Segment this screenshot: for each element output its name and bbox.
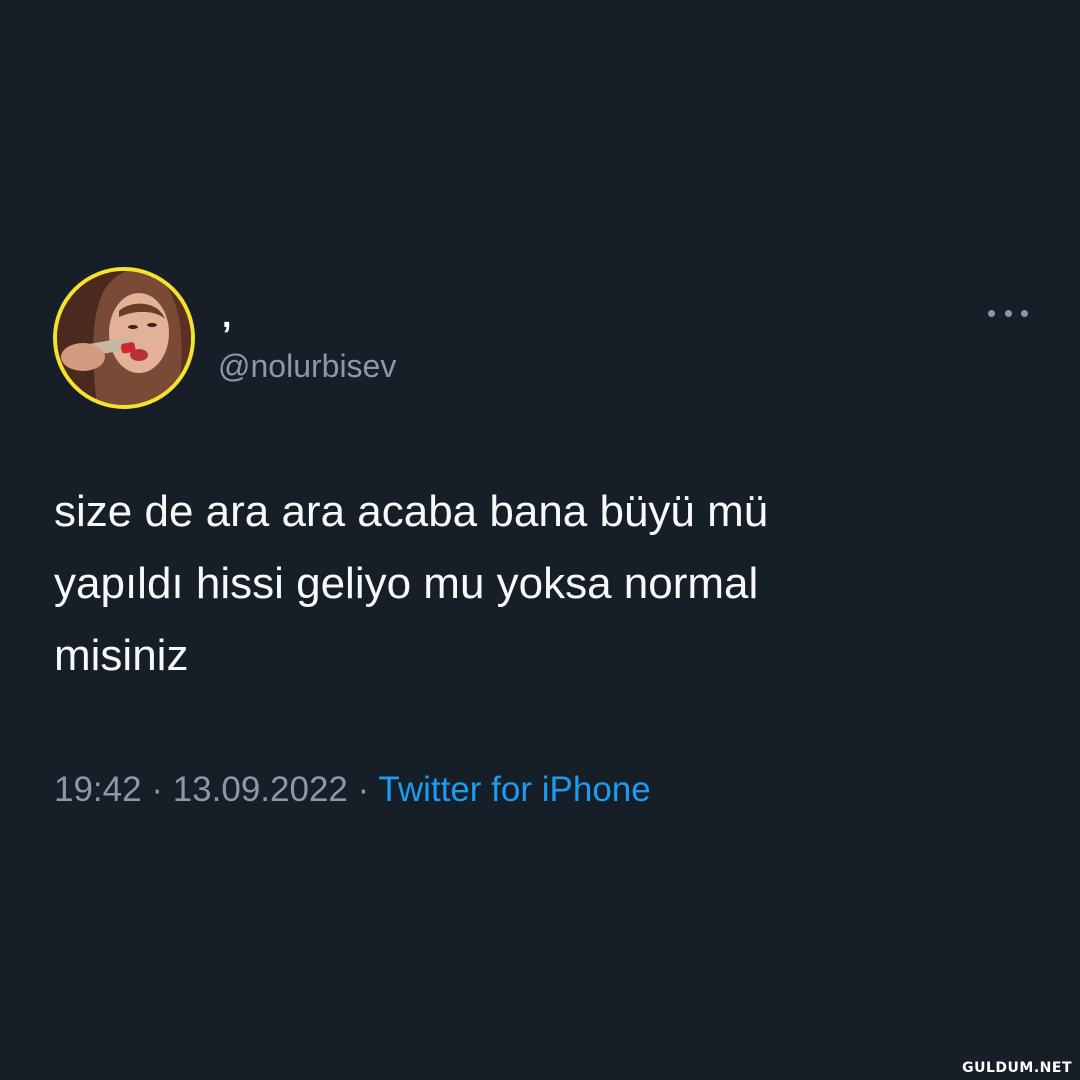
more-options-icon[interactable]: [988, 305, 1028, 321]
user-handle[interactable]: @nolurbisev: [218, 346, 396, 386]
tweet-text: size de ara ara acaba bana büyü mü yapıl…: [54, 487, 769, 680]
avatar-image: [57, 271, 191, 405]
dot: [1004, 309, 1012, 317]
meta-separator: ·: [151, 770, 163, 809]
tweet-time[interactable]: 19:42: [54, 770, 142, 809]
watermark: GULDUM.NET: [962, 1060, 1072, 1076]
tweet-card: , @nolurbisev size de ara ara acaba bana…: [0, 0, 1080, 1080]
display-name[interactable]: ,: [222, 296, 231, 336]
dot: [988, 309, 995, 317]
tweet-date[interactable]: 13.09.2022: [173, 770, 348, 809]
meta-separator: ·: [357, 770, 370, 809]
avatar[interactable]: [53, 267, 195, 409]
dot: [1021, 309, 1028, 317]
tweet-source-link[interactable]: Twitter for iPhone: [378, 770, 650, 809]
tweet-metadata: 19:42 · 13.09.2022 · Twitter for iPhone: [54, 768, 651, 812]
